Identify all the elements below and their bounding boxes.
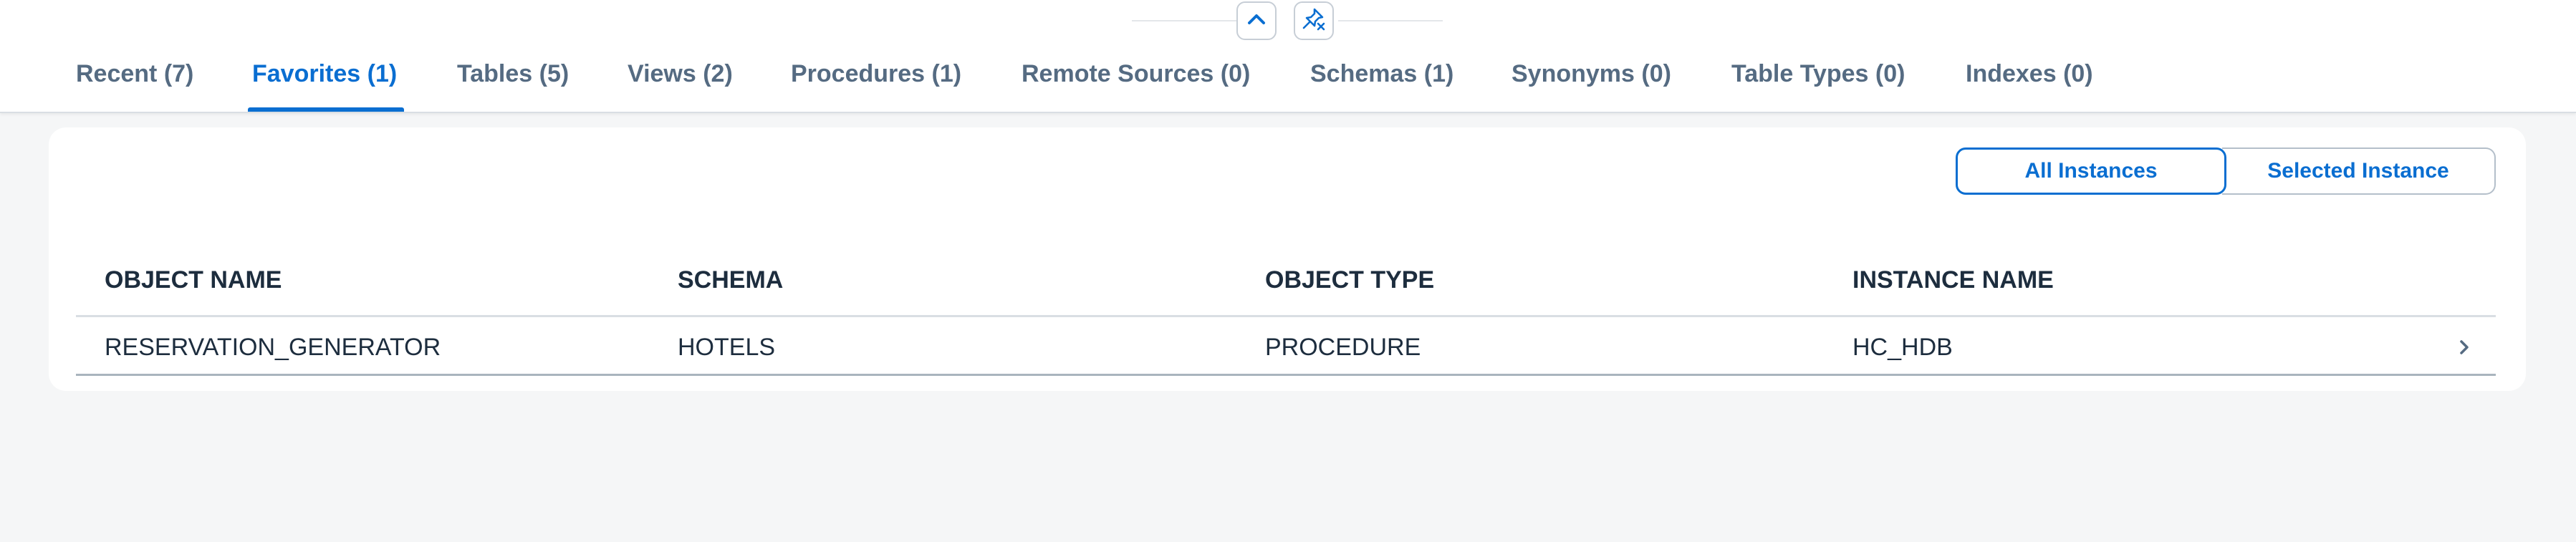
- all-instances-button[interactable]: All Instances: [1956, 147, 2226, 195]
- chevron-right-icon[interactable]: [2456, 337, 2473, 358]
- cell-schema: HOTELS: [678, 334, 776, 361]
- object-tabs: Recent (7) Favorites (1) Tables (5) View…: [0, 0, 2576, 112]
- column-header-object-name[interactable]: OBJECT NAME: [105, 266, 282, 294]
- column-header-object-type[interactable]: OBJECT TYPE: [1265, 266, 1434, 294]
- selected-instance-button[interactable]: Selected Instance: [2222, 147, 2496, 195]
- tab-table-types[interactable]: Table Types (0): [1731, 60, 1905, 88]
- tab-recent[interactable]: Recent (7): [76, 60, 193, 88]
- table-header-divider: [76, 315, 2496, 317]
- tab-schemas[interactable]: Schemas (1): [1310, 60, 1453, 88]
- tab-active-indicator: [248, 107, 404, 112]
- cell-object-type: PROCEDURE: [1265, 334, 1421, 361]
- tab-synonyms[interactable]: Synonyms (0): [1512, 60, 1671, 88]
- column-header-schema[interactable]: SCHEMA: [678, 266, 783, 294]
- tab-tables[interactable]: Tables (5): [457, 60, 569, 88]
- tab-remote-sources[interactable]: Remote Sources (0): [1022, 60, 1250, 88]
- tab-views[interactable]: Views (2): [628, 60, 733, 88]
- column-header-instance-name[interactable]: INSTANCE NAME: [1852, 266, 2054, 294]
- header-bar: Recent (7) Favorites (1) Tables (5) View…: [0, 0, 2576, 113]
- cell-object-name: RESERVATION_GENERATOR: [105, 334, 441, 361]
- cell-instance-name: HC_HDB: [1852, 334, 1953, 361]
- tab-favorites[interactable]: Favorites (1): [252, 60, 397, 88]
- tab-procedures[interactable]: Procedures (1): [791, 60, 961, 88]
- table-bottom-divider: [76, 374, 2496, 376]
- tab-indexes[interactable]: Indexes (0): [1966, 60, 2093, 88]
